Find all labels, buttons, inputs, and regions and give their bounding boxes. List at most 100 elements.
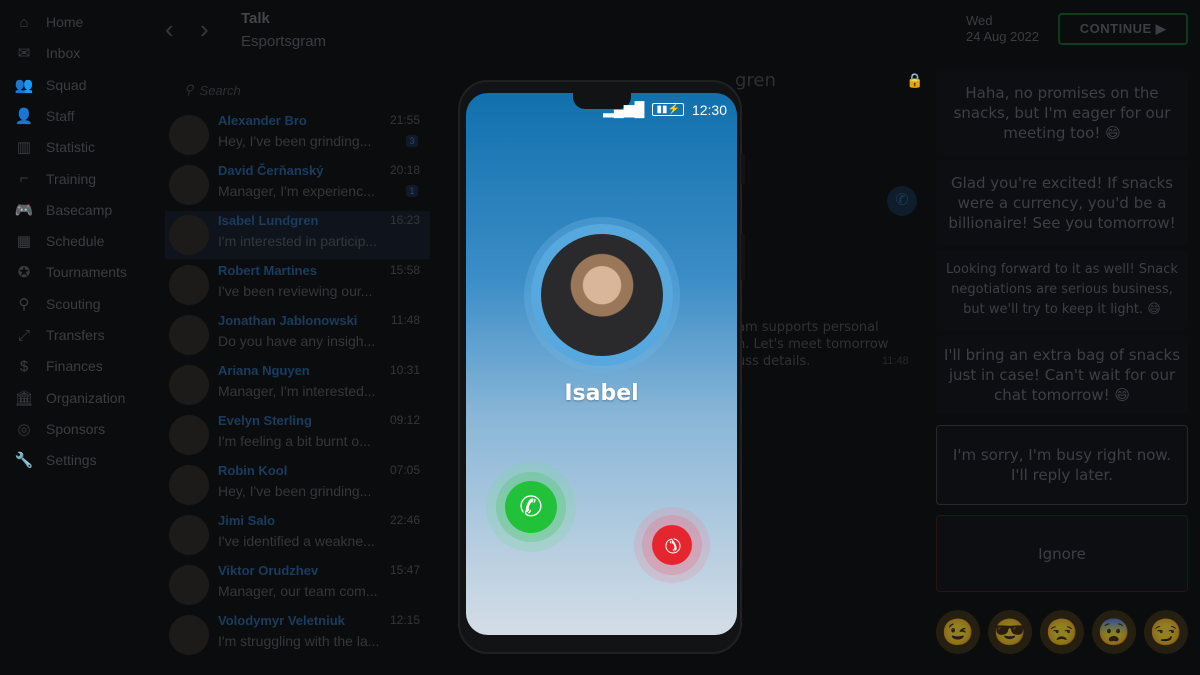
chat-name: Viktor Orudzhev (218, 563, 319, 578)
sidebar-item-label: Schedule (46, 233, 105, 250)
sidebar-item-label: Basecamp (46, 201, 113, 218)
chat-preview: I've been reviewing our... (218, 283, 373, 299)
avatar (169, 265, 209, 305)
mail-icon: ✉ (17, 45, 31, 63)
chat-item[interactable]: Jonathan Jablonowski 11:48 Do you have any… (165, 311, 430, 359)
signal-icon: ▂▄▆█ (603, 101, 645, 117)
chat-preview: Do you have any insigh... (218, 333, 376, 349)
back-arrow-icon[interactable]: ‹ (165, 14, 174, 45)
emoji-button[interactable]: 😒 (1040, 610, 1084, 654)
chat-item[interactable]: Evelyn Sterling 09:12 I'm feeling a bit bu… (165, 411, 430, 459)
emoji-button[interactable]: 😏 (1144, 610, 1188, 654)
emoji-button[interactable]: 😨 (1092, 610, 1136, 654)
chat-item[interactable]: Volodymyr Veletniuk 12:15 I'm struggling w… (165, 611, 430, 659)
sidebar-item-statistic[interactable]: ▥ Statistic (14, 137, 95, 157)
chat-time: 15:47 (389, 563, 420, 577)
sidebar-item-label: Organization (46, 389, 126, 406)
page-title: Talk (241, 10, 270, 27)
emoji-button[interactable]: 😎 (988, 610, 1032, 654)
sidebar-item-squad[interactable]: 👥 Squad (14, 75, 87, 95)
chat-preview: I've identified a weakne... (218, 533, 375, 549)
sidebar-item-label: Staff (46, 107, 75, 124)
chat-time: 21:55 (389, 113, 420, 127)
sidebar-item-staff[interactable]: 👤 Staff (14, 106, 75, 126)
chat-item[interactable]: Ariana Nguyen 10:31 Manager, I'm intereste… (165, 361, 430, 409)
sidebar-item-training[interactable]: ⌐ Training (14, 169, 96, 189)
unread-badge: 3 (406, 135, 418, 147)
chat-time: 12:15 (389, 613, 420, 627)
avatar (169, 415, 209, 455)
avatar (169, 365, 209, 405)
chat-item[interactable]: Isabel Lundgren 16:23 I'm interested in pa… (165, 211, 430, 259)
search-placeholder: Search (199, 82, 241, 98)
reply-option[interactable]: Looking forward to it as well! Snack neg… (936, 250, 1188, 330)
sidebar-item-label: Sponsors (46, 420, 106, 437)
chat-time: 20:18 (389, 163, 420, 177)
chat-name: Robin Kool (218, 463, 288, 478)
sidebar-item-inbox[interactable]: ✉ Inbox (14, 43, 81, 63)
search-icon: ⚲ (18, 295, 30, 313)
chat-item[interactable]: David Čerňanský 20:18 Manager, I'm experie… (165, 161, 430, 209)
chat-time: 07:05 (389, 463, 420, 477)
sidebar-item-finances[interactable]: $ Finances (14, 356, 103, 376)
gun-icon: ⌐ (19, 170, 29, 187)
sidebar-item-tournaments[interactable]: ✪ Tournaments (14, 262, 127, 282)
chat-name: Jonathan Jablonowski (218, 313, 358, 328)
chat-preview: Hey, I've been grinding... (218, 483, 372, 499)
page-subtitle: Esportsgram (241, 33, 327, 50)
chat-preview: I'm feeling a bit burnt o... (218, 433, 371, 449)
continue-button[interactable]: CONTINUE ▶ (1058, 13, 1188, 45)
chat-time: 10:31 (389, 363, 420, 377)
chat-name: Isabel Lundgren (218, 213, 319, 228)
sidebar-item-label: Squad (46, 76, 87, 93)
sidebar-item-label: Finances (46, 358, 103, 375)
search-input[interactable]: ⚲ Search (172, 78, 422, 102)
transfer-icon: ⤢ (17, 326, 30, 344)
emoji-button[interactable]: 😉 (936, 610, 980, 654)
forward-arrow-icon[interactable]: › (200, 14, 209, 45)
sidebar-item-sponsors[interactable]: ◎ Sponsors (14, 419, 105, 439)
accept-call-button[interactable]: ✆ (505, 481, 557, 533)
battery-icon: ▮▮⚡ (652, 103, 684, 116)
avatar (169, 315, 209, 355)
chat-name: Robert Martines (218, 263, 317, 278)
chat-item[interactable]: Jimi Salo 22:46 I've identified a weakne..… (165, 511, 430, 559)
sidebar-item-transfers[interactable]: ⤢ Transfers (14, 325, 105, 345)
call-button[interactable]: ✆ (887, 186, 917, 216)
chart-icon: ▥ (16, 139, 32, 157)
reply-option[interactable]: I'm sorry, I'm busy right now. I'll repl… (936, 425, 1188, 505)
sidebar-item-label: Training (46, 170, 97, 187)
chat-preview: I'm struggling with the la... (218, 633, 380, 649)
chat-item[interactable]: Alexander Bro 21:55 Hey, I've been grindin… (165, 111, 430, 159)
sidebar-item-home[interactable]: ⌂ Home (14, 12, 83, 32)
message-bubble: am supports personal n. Let's meet tomor… (737, 320, 889, 369)
sidebar-item-organization[interactable]: 🏛 Organization (14, 388, 125, 408)
chat-time: 15:58 (389, 263, 420, 277)
chat-item[interactable]: Viktor Orudzhev 15:47 Manager, our team co… (165, 561, 430, 609)
unread-badge: 1 (406, 185, 418, 197)
sidebar-item-basecamp[interactable]: 🎮 Basecamp (14, 200, 113, 220)
chat-name: Alexander Bro (218, 113, 307, 128)
ignore-button[interactable]: Ignore (936, 515, 1188, 592)
status-bar: ▂▄▆█ ▮▮⚡ 12:30 (603, 101, 727, 118)
sidebar-item-settings[interactable]: 🔧 Settings (14, 450, 97, 470)
chat-preview: Manager, I'm interested... (218, 383, 376, 399)
sidebar-item-schedule[interactable]: ▦ Schedule (14, 231, 104, 251)
lock-icon: 🔒 (906, 72, 924, 88)
chat-item[interactable]: Robert Martines 15:58 I've been reviewing … (165, 261, 430, 309)
phone-time: 12:30 (691, 101, 727, 118)
avatar (169, 515, 209, 555)
avatar (169, 115, 209, 155)
reply-option[interactable]: Glad you're excited! If snacks were a cu… (936, 160, 1188, 245)
chat-preview: Manager, I'm experienc... (218, 183, 375, 199)
wrench-icon: 🔧 (14, 452, 34, 470)
chat-item[interactable]: Robin Kool 07:05 Hey, I've been grinding..… (165, 461, 430, 509)
reply-option[interactable]: I'll bring an extra bag of snacks just i… (936, 335, 1188, 415)
chat-preview: I'm interested in particip... (218, 233, 378, 249)
avatar (169, 565, 209, 605)
medal-icon: ✪ (17, 264, 31, 282)
calendar-icon: ▦ (16, 233, 32, 251)
sidebar-item-scouting[interactable]: ⚲ Scouting (14, 294, 101, 314)
reply-option[interactable]: Haha, no promises on the snacks, but I'm… (936, 70, 1188, 155)
caller-name: Isabel (564, 381, 639, 406)
